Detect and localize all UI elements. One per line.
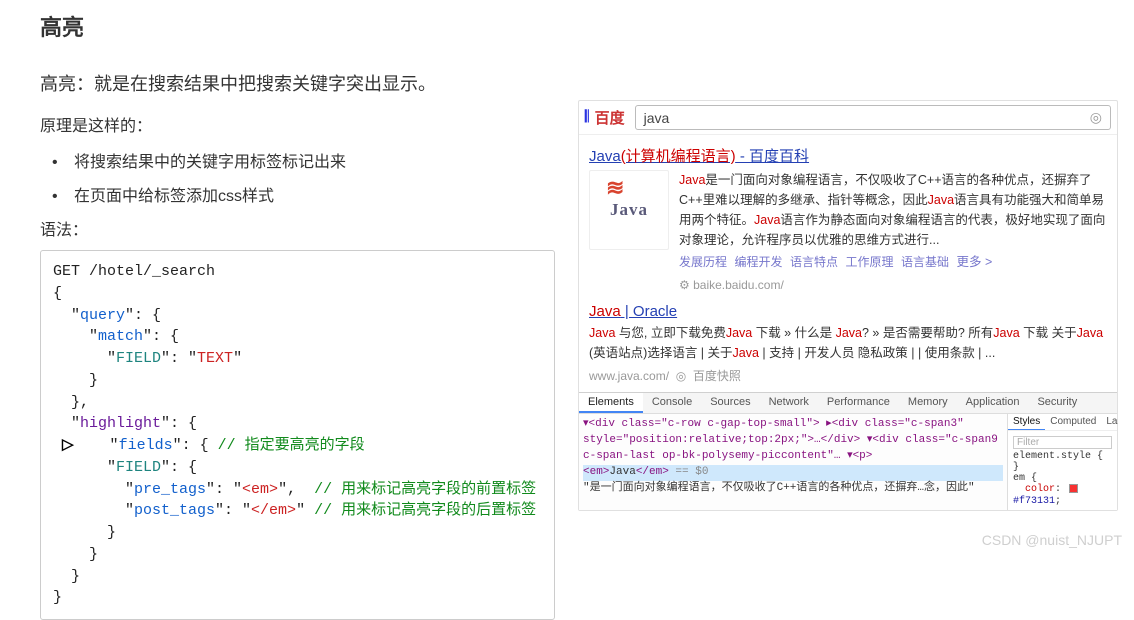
result-1-title[interactable]: Java(计算机编程语言) - 百度百科 (589, 145, 1107, 166)
search-input[interactable]: java ◎ (635, 105, 1111, 130)
result-1-cite: ⚙ baike.baidu.com/ (679, 276, 1107, 295)
search-value: java (644, 110, 1090, 126)
bullet-1: •将搜索结果中的关键字用标签标记出来 (52, 148, 570, 172)
result-2-title[interactable]: Java | Oracle (589, 303, 1107, 320)
result-1-snippet: Java是一门面向对象编程语言，不仅吸收了C++语言的各种优点，还摒弃了C++里… (679, 170, 1107, 295)
result-2-cite: www.java.com/ ◎ 百度快照 (589, 367, 1107, 384)
styles-pane: Styles Computed La Filter element.style … (1007, 414, 1117, 509)
style-rule-2: em { color: #f73131; (1013, 473, 1112, 506)
tab-sources[interactable]: Sources (701, 393, 759, 413)
tab-performance[interactable]: Performance (818, 393, 899, 413)
bullet-2-text: 在页面中给标签添加css样式 (74, 188, 274, 205)
sublink-basics[interactable]: 语言基础 (901, 255, 949, 269)
tab-console[interactable]: Console (643, 393, 701, 413)
watermark: CSDN @nuist_NJUPT (982, 532, 1122, 548)
result-1-sublinks: 发展历程 编程开发 语言特点 工作原理 语言基础 更多 > (679, 252, 1107, 272)
color-swatch-icon (1069, 484, 1078, 493)
result-2: Java | Oracle Java 与您, 立即下载免费Java 下载 » 什… (579, 303, 1117, 392)
java-logo: ≋ Java (589, 170, 669, 250)
tab-security[interactable]: Security (1028, 393, 1086, 413)
browser-top: 𝄃 百度 java ◎ (579, 101, 1117, 135)
java-logo-text: Java (610, 200, 648, 220)
devtools-tabs: Elements Console Sources Network Perform… (579, 393, 1117, 414)
java-steam-icon: ≋ (606, 175, 624, 201)
baidu-cache[interactable]: 百度快照 (693, 369, 741, 383)
tab-network[interactable]: Network (760, 393, 818, 413)
style-rule-1: element.style {} (1013, 451, 1112, 473)
syntax-label: 语法： (40, 216, 570, 240)
result-2-snippet: Java 与您, 立即下载免费Java 下载 » 什么是 Java? » 是否需… (589, 323, 1107, 363)
side-tab-computed[interactable]: Computed (1045, 414, 1101, 430)
bullet-1-text: 将搜索结果中的关键字用标签标记出来 (74, 154, 346, 171)
bullet-2: •在页面中给标签添加css样式 (52, 182, 570, 206)
code-block: GET /hotel/_search { "query": { "match":… (40, 250, 555, 620)
tab-memory[interactable]: Memory (899, 393, 957, 413)
camera-icon[interactable]: ◎ (1090, 109, 1102, 126)
heading-highlight: 高亮 (40, 10, 570, 42)
sublink-more[interactable]: 更多 > (957, 255, 993, 269)
sublink-history[interactable]: 发展历程 (679, 255, 727, 269)
subtitle: 高亮：就是在搜索结果中把搜索关键字突出显示。 (40, 70, 570, 96)
sublink-theory[interactable]: 工作原理 (846, 255, 894, 269)
styles-filter[interactable]: Filter (1013, 436, 1112, 449)
sublink-features[interactable]: 语言特点 (790, 255, 838, 269)
sublink-dev[interactable]: 编程开发 (735, 255, 783, 269)
baidu-label: 百度 (591, 107, 629, 128)
browser-mock: 𝄃 百度 java ◎ Java(计算机编程语言) - 百度百科 ≋ Java … (578, 100, 1118, 511)
tab-elements[interactable]: Elements (579, 393, 643, 413)
side-tab-styles[interactable]: Styles (1008, 414, 1045, 430)
principle-label: 原理是这样的： (40, 112, 570, 136)
dom-tree[interactable]: ▾<div class="c-row c-gap-top-small"> ▸<d… (579, 414, 1007, 509)
devtools-panel: Elements Console Sources Network Perform… (579, 392, 1117, 509)
result-1: Java(计算机编程语言) - 百度百科 ≋ Java Java是一门面向对象编… (579, 135, 1117, 303)
tab-application[interactable]: Application (957, 393, 1029, 413)
side-tab-la[interactable]: La (1101, 414, 1122, 430)
